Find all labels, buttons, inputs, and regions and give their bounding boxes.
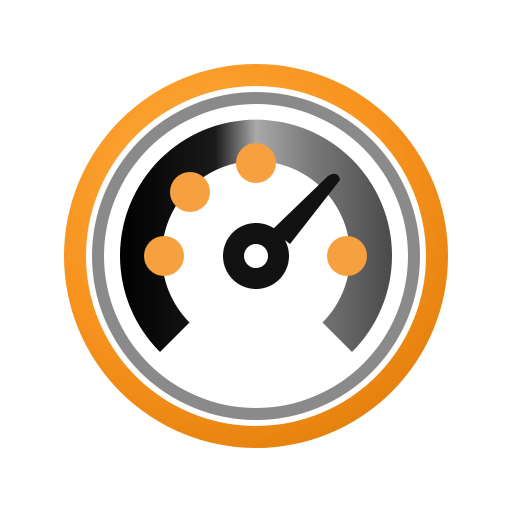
speedometer-icon-container — [0, 0, 512, 512]
speedometer-icon — [64, 64, 448, 448]
gauge-dot-upper-left — [170, 172, 210, 212]
gauge-dot-left — [144, 236, 184, 276]
gauge-dot-right — [327, 236, 367, 276]
gauge-dot-top — [236, 143, 276, 183]
